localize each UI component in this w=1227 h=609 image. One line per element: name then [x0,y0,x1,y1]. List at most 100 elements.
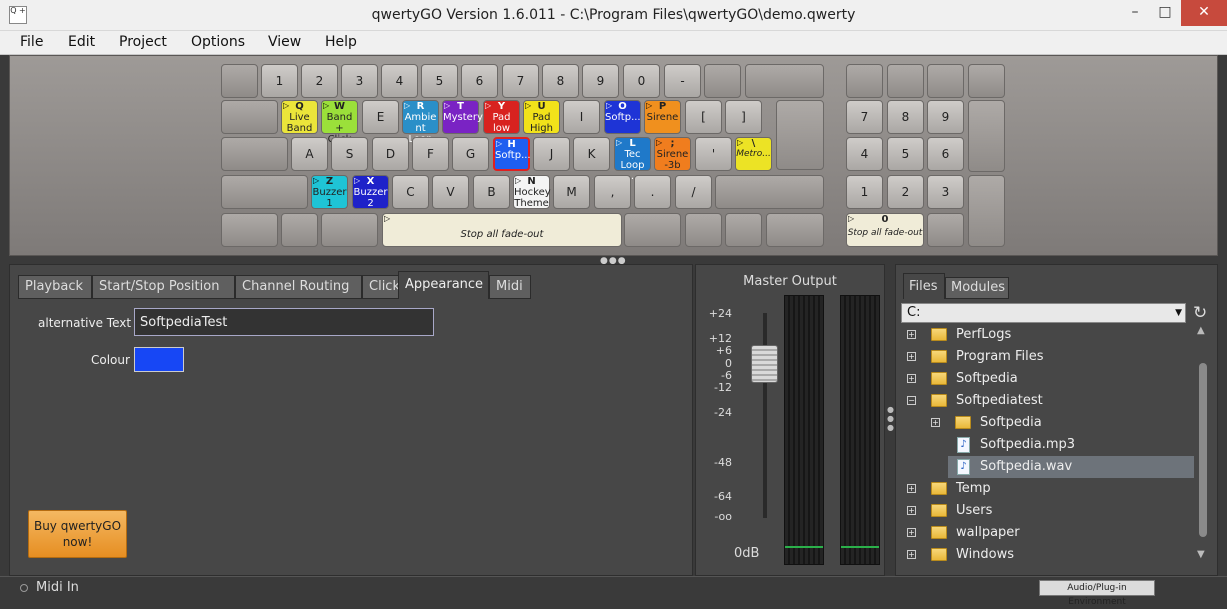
key-equals[interactable] [704,64,741,98]
key-right-bracket[interactable]: ] [725,100,762,134]
key-right-ctrl[interactable] [766,213,824,247]
close-button[interactable]: ✕ [1181,0,1227,26]
maximize-button[interactable]: □ [1150,0,1180,26]
menu-edit[interactable]: Edit [68,34,95,50]
tree-item[interactable]: − Softpediatest [896,390,1194,412]
vertical-splitter-handle[interactable]: ● ● ● [887,405,894,432]
key-e[interactable]: E [362,100,399,134]
key-c[interactable]: C [392,175,429,209]
tab-modules[interactable]: Modules [945,277,1009,299]
key-s[interactable]: S [331,137,368,171]
key-k[interactable]: K [573,137,610,171]
key-backspace[interactable] [745,64,824,98]
tab-midi[interactable]: Midi [489,275,531,299]
tab-playback[interactable]: Playback [18,275,92,299]
numpad-3[interactable]: 3 [927,175,964,209]
key-l[interactable]: ▷ L Tec Loop ... [614,137,651,182]
numpad-2[interactable]: 2 [887,175,924,209]
tree-item[interactable]: + Softpedia [896,368,1194,390]
key-m[interactable]: M [553,175,590,209]
tree-item[interactable]: + Program Files [896,346,1194,368]
tree-item[interactable]: + Temp [896,478,1194,500]
key-v[interactable]: V [432,175,469,209]
key-6[interactable]: 6 [461,64,498,98]
key-period[interactable]: . [634,175,671,209]
key-right-shift[interactable] [715,175,824,209]
menu-project[interactable]: Project [119,34,167,50]
key-comma[interactable]: , [594,175,631,209]
key-left-bracket[interactable]: [ [685,100,722,134]
menu-options[interactable]: Options [191,34,245,50]
key-minus[interactable]: - [664,64,701,98]
tab-appearance[interactable]: Appearance [398,271,489,299]
minimize-button[interactable]: – [1120,0,1150,26]
key-f[interactable]: F [412,137,449,171]
key-altgr[interactable] [624,213,681,247]
key-0[interactable]: 0 [623,64,660,98]
tree-item[interactable]: + Softpedia [896,412,1194,434]
key-space[interactable]: ▷ Stop all fade-out [382,213,622,247]
key-slash[interactable]: / [675,175,712,209]
key-1[interactable]: 1 [261,64,298,98]
key-y[interactable]: ▷ Y Pad low [483,100,520,134]
key-tab[interactable] [221,100,278,134]
numpad-enter[interactable] [968,175,1005,247]
numpad-multiply[interactable] [927,64,964,98]
key-r[interactable]: ▷RAmbie nt Loop [402,100,439,145]
colour-swatch[interactable] [134,347,184,372]
key-w[interactable]: ▷WBand + Click [321,100,358,145]
key-u[interactable]: ▷ U Pad High [523,100,560,134]
tree-item[interactable]: + PerfLogs [896,324,1194,346]
tree-item[interactable]: ♪ Softpedia.mp3 [896,434,1194,456]
buy-button[interactable]: Buy qwertyGO now! [28,510,127,558]
key-alt[interactable] [321,213,378,247]
tree-item-selected[interactable]: ♪ Softpedia.wav [948,456,1194,478]
numpad-0[interactable]: ▷ 0 Stop all fade-out [846,213,924,247]
audio-plugin-environment-button[interactable]: Audio/Plug-in Environment [1039,580,1155,607]
scroll-down-icon[interactable]: ▼ [1197,549,1205,560]
tree-scrollbar[interactable]: ▲ ▼ [1197,325,1209,560]
key-z[interactable]: ▷ Z Buzzer 1 [311,175,348,209]
key-i[interactable]: I [563,100,600,134]
menu-help[interactable]: Help [325,34,357,50]
key-p[interactable]: ▷ P Sirene [644,100,681,134]
alternative-text-input[interactable] [134,308,434,336]
tab-channel-routing[interactable]: Channel Routing [235,275,362,299]
key-quote[interactable]: ' [695,137,732,171]
key-t[interactable]: ▷ T Mystery [442,100,483,134]
key-enter[interactable] [776,100,824,170]
key-9[interactable]: 9 [582,64,619,98]
key-menu[interactable] [685,213,722,247]
key-o[interactable]: ▷ O Softp... [604,100,641,134]
key-right-win[interactable] [725,213,762,247]
tree-item[interactable]: + Windows [896,544,1194,566]
key-win[interactable] [281,213,318,247]
key-q[interactable]: ▷ Q Live Band [281,100,318,134]
key-semicolon[interactable]: ▷; Sirene -3b [654,137,691,171]
numpad-5[interactable]: 5 [887,137,924,171]
numpad-8[interactable]: 8 [887,100,924,134]
numpad-numlock[interactable] [846,64,883,98]
key-2[interactable]: 2 [301,64,338,98]
drive-select[interactable]: C: ▼ [901,303,1186,323]
key-x[interactable]: ▷ X Buzzer 2 [352,175,389,209]
numpad-6[interactable]: 6 [927,137,964,171]
numpad-4[interactable]: 4 [846,137,883,171]
key-7[interactable]: 7 [502,64,539,98]
numpad-divide[interactable] [887,64,924,98]
refresh-icon[interactable]: ↻ [1193,303,1207,323]
menu-view[interactable]: View [268,34,301,50]
key-4[interactable]: 4 [381,64,418,98]
key-3[interactable]: 3 [341,64,378,98]
scroll-thumb[interactable] [1199,363,1207,537]
key-left-shift[interactable] [221,175,308,209]
key-g[interactable]: G [452,137,489,171]
key-5[interactable]: 5 [421,64,458,98]
key-8[interactable]: 8 [542,64,579,98]
tree-item[interactable]: + wallpaper [896,522,1194,544]
master-fader-knob[interactable] [751,345,778,383]
tab-files[interactable]: Files [903,273,945,299]
key-b[interactable]: B [473,175,510,209]
numpad-minus[interactable] [968,64,1005,98]
key-h[interactable]: ▷ H Softp... [493,137,531,171]
